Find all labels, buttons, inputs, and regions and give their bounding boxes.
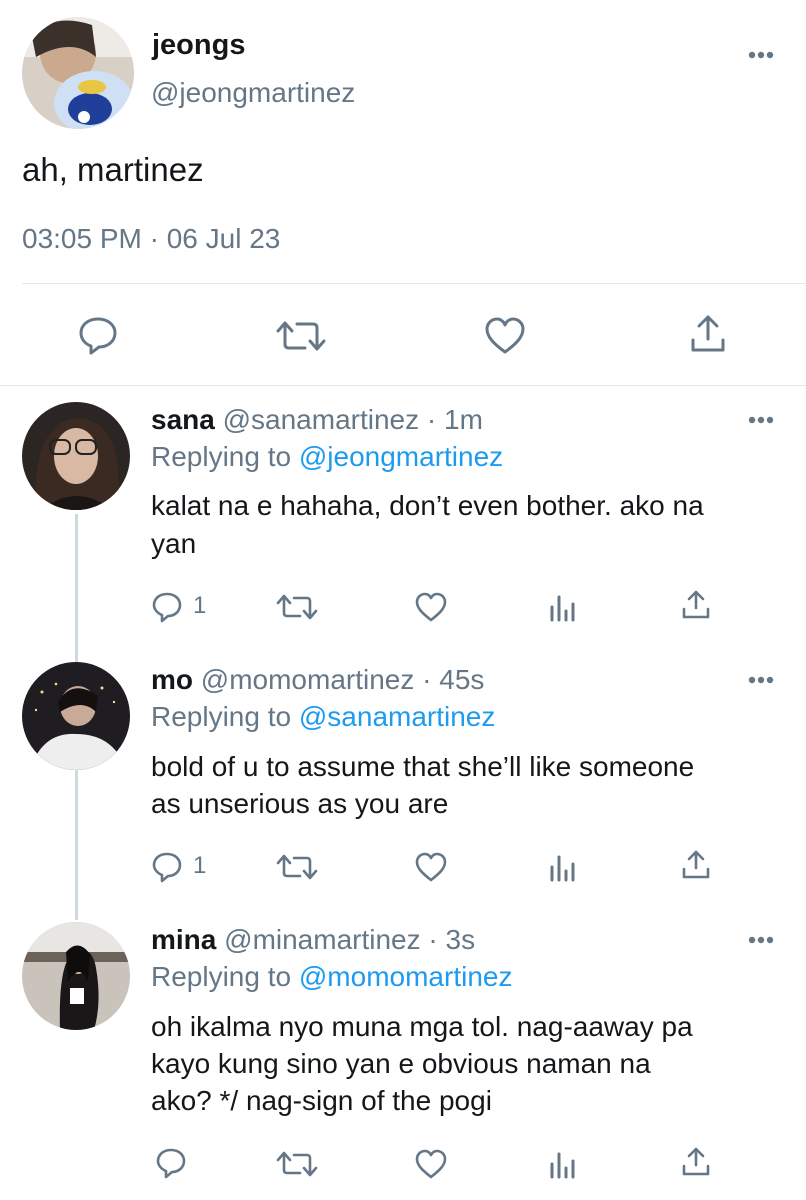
replying-to-handle[interactable]: @jeongmartinez bbox=[299, 441, 503, 472]
divider bbox=[22, 283, 806, 284]
reply-text-line: bold of u to assume that she’ll like som… bbox=[151, 751, 695, 782]
reply-icon[interactable] bbox=[155, 1147, 187, 1179]
share-icon[interactable] bbox=[681, 849, 711, 881]
reply-display-name[interactable]: mo bbox=[151, 664, 193, 695]
analytics-icon[interactable] bbox=[549, 853, 577, 883]
retweet-icon[interactable] bbox=[276, 1148, 318, 1180]
avatar[interactable] bbox=[22, 922, 130, 1030]
share-icon[interactable] bbox=[681, 1146, 711, 1178]
replying-to-handle[interactable]: @sanamartinez bbox=[299, 701, 496, 732]
replying-to-handle[interactable]: @momomartinez bbox=[299, 961, 513, 992]
share-icon[interactable] bbox=[688, 313, 728, 355]
reply-handle[interactable]: @sanamartinez bbox=[223, 404, 420, 435]
reply-header: sana @sanamartinez · 1m bbox=[151, 403, 483, 437]
replying-label: Replying to bbox=[151, 701, 292, 732]
replying-to: Replying to @sanamartinez bbox=[151, 700, 495, 734]
replying-label: Replying to bbox=[151, 961, 292, 992]
reply-count: 1 bbox=[193, 592, 207, 619]
retweet-icon[interactable] bbox=[276, 591, 318, 623]
reply-display-name[interactable]: sana bbox=[151, 404, 215, 435]
reply-text-line: yan bbox=[151, 528, 197, 559]
section-divider bbox=[0, 385, 806, 386]
replying-label: Replying to bbox=[151, 441, 292, 472]
like-icon[interactable] bbox=[484, 316, 526, 356]
reply-display-name[interactable]: mina bbox=[151, 924, 216, 955]
more-options-icon[interactable] bbox=[744, 670, 778, 690]
tweet-timestamp[interactable]: 03:05 PM · 06 Jul 23 bbox=[22, 222, 280, 256]
retweet-icon[interactable] bbox=[275, 316, 327, 356]
author-display-name[interactable]: jeongs bbox=[152, 28, 245, 62]
reply-text-line: ako? */ nag-sign of the pogi bbox=[151, 1085, 492, 1116]
reply-header: mo @momomartinez · 45s bbox=[151, 663, 484, 697]
reply-text-line: kalat na e hahaha, don’t even bother. ak… bbox=[151, 490, 704, 521]
reply-header: mina @minamartinez · 3s bbox=[151, 923, 475, 957]
reply-handle[interactable]: @minamartinez bbox=[224, 924, 420, 955]
like-icon[interactable] bbox=[414, 851, 448, 883]
avatar[interactable] bbox=[22, 17, 134, 129]
reply-icon[interactable] bbox=[77, 315, 119, 355]
reply-text-line: kayo kung sino yan e obvious naman na bbox=[151, 1048, 651, 1079]
more-options-icon[interactable] bbox=[744, 930, 778, 950]
retweet-icon[interactable] bbox=[276, 851, 318, 883]
reply-icon[interactable] bbox=[151, 591, 183, 623]
reply-handle[interactable]: @momomartinez bbox=[201, 664, 415, 695]
reply-time[interactable]: · 1m bbox=[427, 404, 483, 435]
share-icon[interactable] bbox=[681, 589, 711, 621]
reply-icon[interactable] bbox=[151, 851, 183, 883]
reply-time[interactable]: · 3s bbox=[428, 924, 475, 955]
author-handle[interactable]: @jeongmartinez bbox=[151, 76, 355, 110]
more-options-icon[interactable] bbox=[744, 45, 778, 65]
replying-to: Replying to @momomartinez bbox=[151, 960, 512, 994]
analytics-icon[interactable] bbox=[549, 1150, 577, 1180]
like-icon[interactable] bbox=[414, 1148, 448, 1180]
like-icon[interactable] bbox=[414, 591, 448, 623]
tweet-text: ah, martinez bbox=[22, 151, 204, 188]
avatar[interactable] bbox=[22, 402, 130, 510]
analytics-icon[interactable] bbox=[549, 593, 577, 623]
reply-time[interactable]: · 45s bbox=[422, 664, 484, 695]
reply-count: 1 bbox=[193, 852, 207, 879]
more-options-icon[interactable] bbox=[744, 410, 778, 430]
reply-text-line: oh ikalma nyo muna mga tol. nag-aaway pa bbox=[151, 1011, 693, 1042]
avatar[interactable] bbox=[22, 662, 130, 770]
replying-to: Replying to @jeongmartinez bbox=[151, 440, 503, 474]
reply-text-line: as unserious as you are bbox=[151, 788, 449, 819]
